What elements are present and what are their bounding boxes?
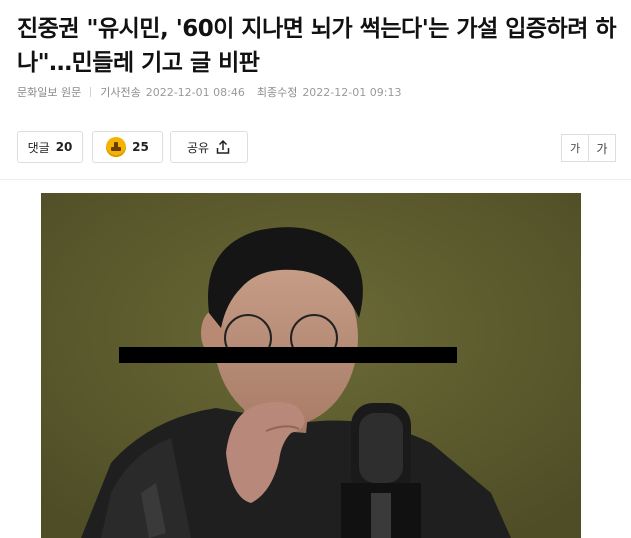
published-time: 2022-12-01 08:46 (145, 85, 245, 99)
section-divider (0, 179, 631, 180)
modified-label: 최종수정 (256, 86, 298, 99)
article-source-link[interactable]: 문화일보 원문 (17, 84, 81, 100)
comments-label: 댓글 (27, 140, 50, 155)
share-label: 공유 (186, 140, 210, 155)
article-photo (41, 193, 581, 538)
published-label: 기사전송 (100, 86, 141, 99)
font-size-decrease-button[interactable]: 가 (561, 134, 589, 162)
reaction-button[interactable]: 25 (92, 131, 163, 163)
share-icon (216, 139, 230, 154)
comments-button[interactable]: 댓글 20 (17, 131, 83, 163)
meta-divider (90, 87, 92, 97)
font-size-increase-button[interactable]: 가 (588, 134, 616, 162)
reaction-count: 25 (132, 140, 149, 154)
comments-count: 20 (55, 140, 73, 154)
article-headline: 진중권 "유시민, '60이 지나면 뇌가 썩는다'는 가설 입증하려 하나"…… (17, 16, 617, 76)
photo-illustration (41, 193, 581, 538)
reaction-icon (106, 137, 127, 157)
share-button[interactable]: 공유 (170, 131, 248, 163)
modified-time: 2022-12-01 09:13 (302, 85, 402, 99)
article-meta: 문화일보 원문 기사전송 2022-12-01 08:46 최종수정 2022-… (17, 84, 413, 100)
